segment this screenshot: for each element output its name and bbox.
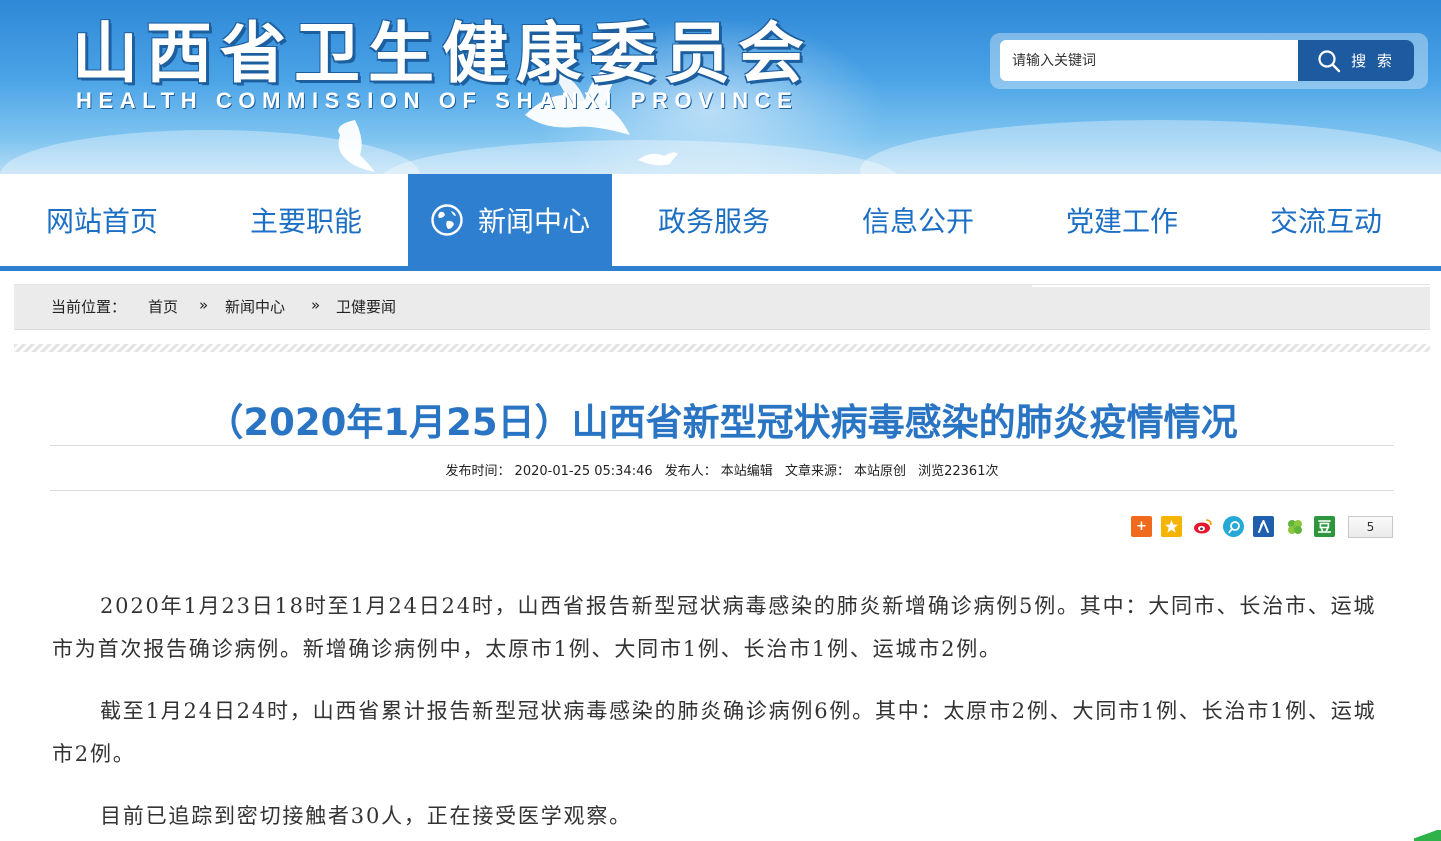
site-subtitle: HEALTH COMMISSION OF SHANXI PROVINCE [76,88,799,113]
tencent-weibo-share-icon[interactable] [1223,516,1244,537]
breadcrumb-separator: » [311,296,321,314]
nav-item-label: 信息公开 [861,205,974,238]
share-count: 5 [1348,516,1393,538]
nav-item-government-services[interactable]: 政务服务 [612,174,816,266]
divider [50,445,1394,446]
banner-cloud [860,120,1441,174]
search-button-label: 搜 索 [1351,52,1395,70]
douban-share-icon[interactable]: 豆 [1314,516,1335,537]
nav-item-label: 交流互动 [1269,205,1382,238]
breadcrumb-separator: » [199,296,209,314]
nav-item-label: 政务服务 [657,205,770,238]
nav-item-label: 主要职能 [249,205,362,238]
view-count: 浏览22361次 [918,464,999,479]
nav-item-party-work[interactable]: 党建工作 [1020,174,1224,266]
breadcrumb-news-center-link[interactable]: 新闻中心 [225,296,285,317]
publish-label: 发布时间： [445,464,511,479]
article-paragraph: 2020年1月23日18时至1月24日24时，山西省报告新型冠状病毒感染的肺炎新… [52,594,1377,661]
divider [50,490,1394,491]
nav-item-label: 新闻中心 [477,205,590,238]
author-label: 发布人： [664,464,717,479]
article-paragraph: 目前已追踪到密切接触者30人，正在接受医学观察。 [100,804,632,828]
site-title: 山西省卫生健康委员会 [72,15,812,92]
nav-item-label: 网站首页 [45,205,158,238]
publish-time: 2020-01-25 05:34:46 [514,464,653,479]
dove-icon [638,152,678,166]
breadcrumb-health-news-link[interactable]: 卫健要闻 [336,296,396,317]
source: 本站原创 [853,464,906,479]
breadcrumb-home-link[interactable]: 首页 [148,296,178,317]
qzone-share-icon[interactable] [1161,516,1182,537]
search-button[interactable]: 搜 索 [1298,40,1414,81]
dove-icon [338,120,375,172]
kaixin-share-icon[interactable] [1284,516,1305,537]
renren-share-icon[interactable] [1253,516,1274,537]
search-icon [1318,49,1341,72]
nav-item-information-disclosure[interactable]: 信息公开 [816,174,1020,266]
nav-item-news-center[interactable]: 新闻中心 [408,174,612,266]
nav-underline [0,266,1441,271]
article-paragraph: 截至1月24日24时，山西省累计报告新型冠状病毒感染的肺炎确诊病例6例。其中：太… [52,699,1377,766]
search-input[interactable] [1000,40,1300,81]
source-label: 文章来源： [784,464,850,479]
article-title: （2020年1月25日）山西省新型冠状病毒感染的肺炎疫情情况 [206,401,1238,444]
globe-icon [431,204,463,236]
nav-item-functions[interactable]: 主要职能 [204,174,408,266]
weibo-share-icon[interactable] [1192,516,1213,537]
author: 本站编辑 [720,464,773,479]
decorative-divider [14,344,1430,352]
add-share-icon[interactable]: + [1131,516,1152,537]
article-meta: 发布时间： 2020-01-25 05:34:46 发布人： 本站编辑 文章来源：本… [50,460,1394,479]
nav-item-home[interactable]: 网站首页 [0,174,204,266]
nav-item-interaction[interactable]: 交流互动 [1224,174,1428,266]
corner-decoration [1414,830,1441,841]
breadcrumb-prefix: 当前位置： [51,298,127,316]
nav-item-label: 党建工作 [1065,205,1178,238]
